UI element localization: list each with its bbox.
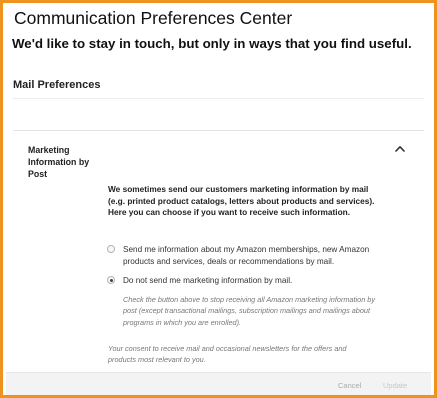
preferences-frame: Communication Preferences Center We'd li… bbox=[0, 0, 437, 398]
option-send-info[interactable]: Send me information about my Amazon memb… bbox=[107, 244, 392, 267]
section-divider bbox=[13, 98, 424, 99]
option-do-not-send-label: Do not send me marketing information by … bbox=[123, 276, 293, 285]
card-intro-text: We sometimes send our customers marketin… bbox=[108, 184, 375, 217]
page-subtitle: We'd like to stay in touch, but only in … bbox=[12, 36, 412, 51]
cancel-button[interactable]: Cancel bbox=[333, 379, 367, 393]
chevron-up-glyph bbox=[395, 145, 405, 152]
card-divider bbox=[13, 130, 424, 131]
chevron-up-icon[interactable] bbox=[393, 141, 407, 155]
radio-do-not-send[interactable] bbox=[107, 276, 115, 284]
helper-text: Check the button above to stop receiving… bbox=[123, 295, 376, 327]
card-label-marketing-by-post: Marketing Information by Post bbox=[28, 145, 90, 179]
consent-text: Your consent to receive mail and occasio… bbox=[108, 344, 347, 365]
radio-send-info[interactable] bbox=[107, 245, 115, 253]
action-bar: Cancel Update bbox=[6, 372, 431, 395]
section-heading-mail-preferences: Mail Preferences bbox=[13, 79, 101, 91]
option-do-not-send[interactable]: Do not send me marketing information by … bbox=[107, 275, 392, 287]
page-title: Communication Preferences Center bbox=[14, 8, 293, 28]
option-send-info-label: Send me information about my Amazon memb… bbox=[123, 245, 370, 266]
update-button[interactable]: Update bbox=[378, 379, 413, 393]
